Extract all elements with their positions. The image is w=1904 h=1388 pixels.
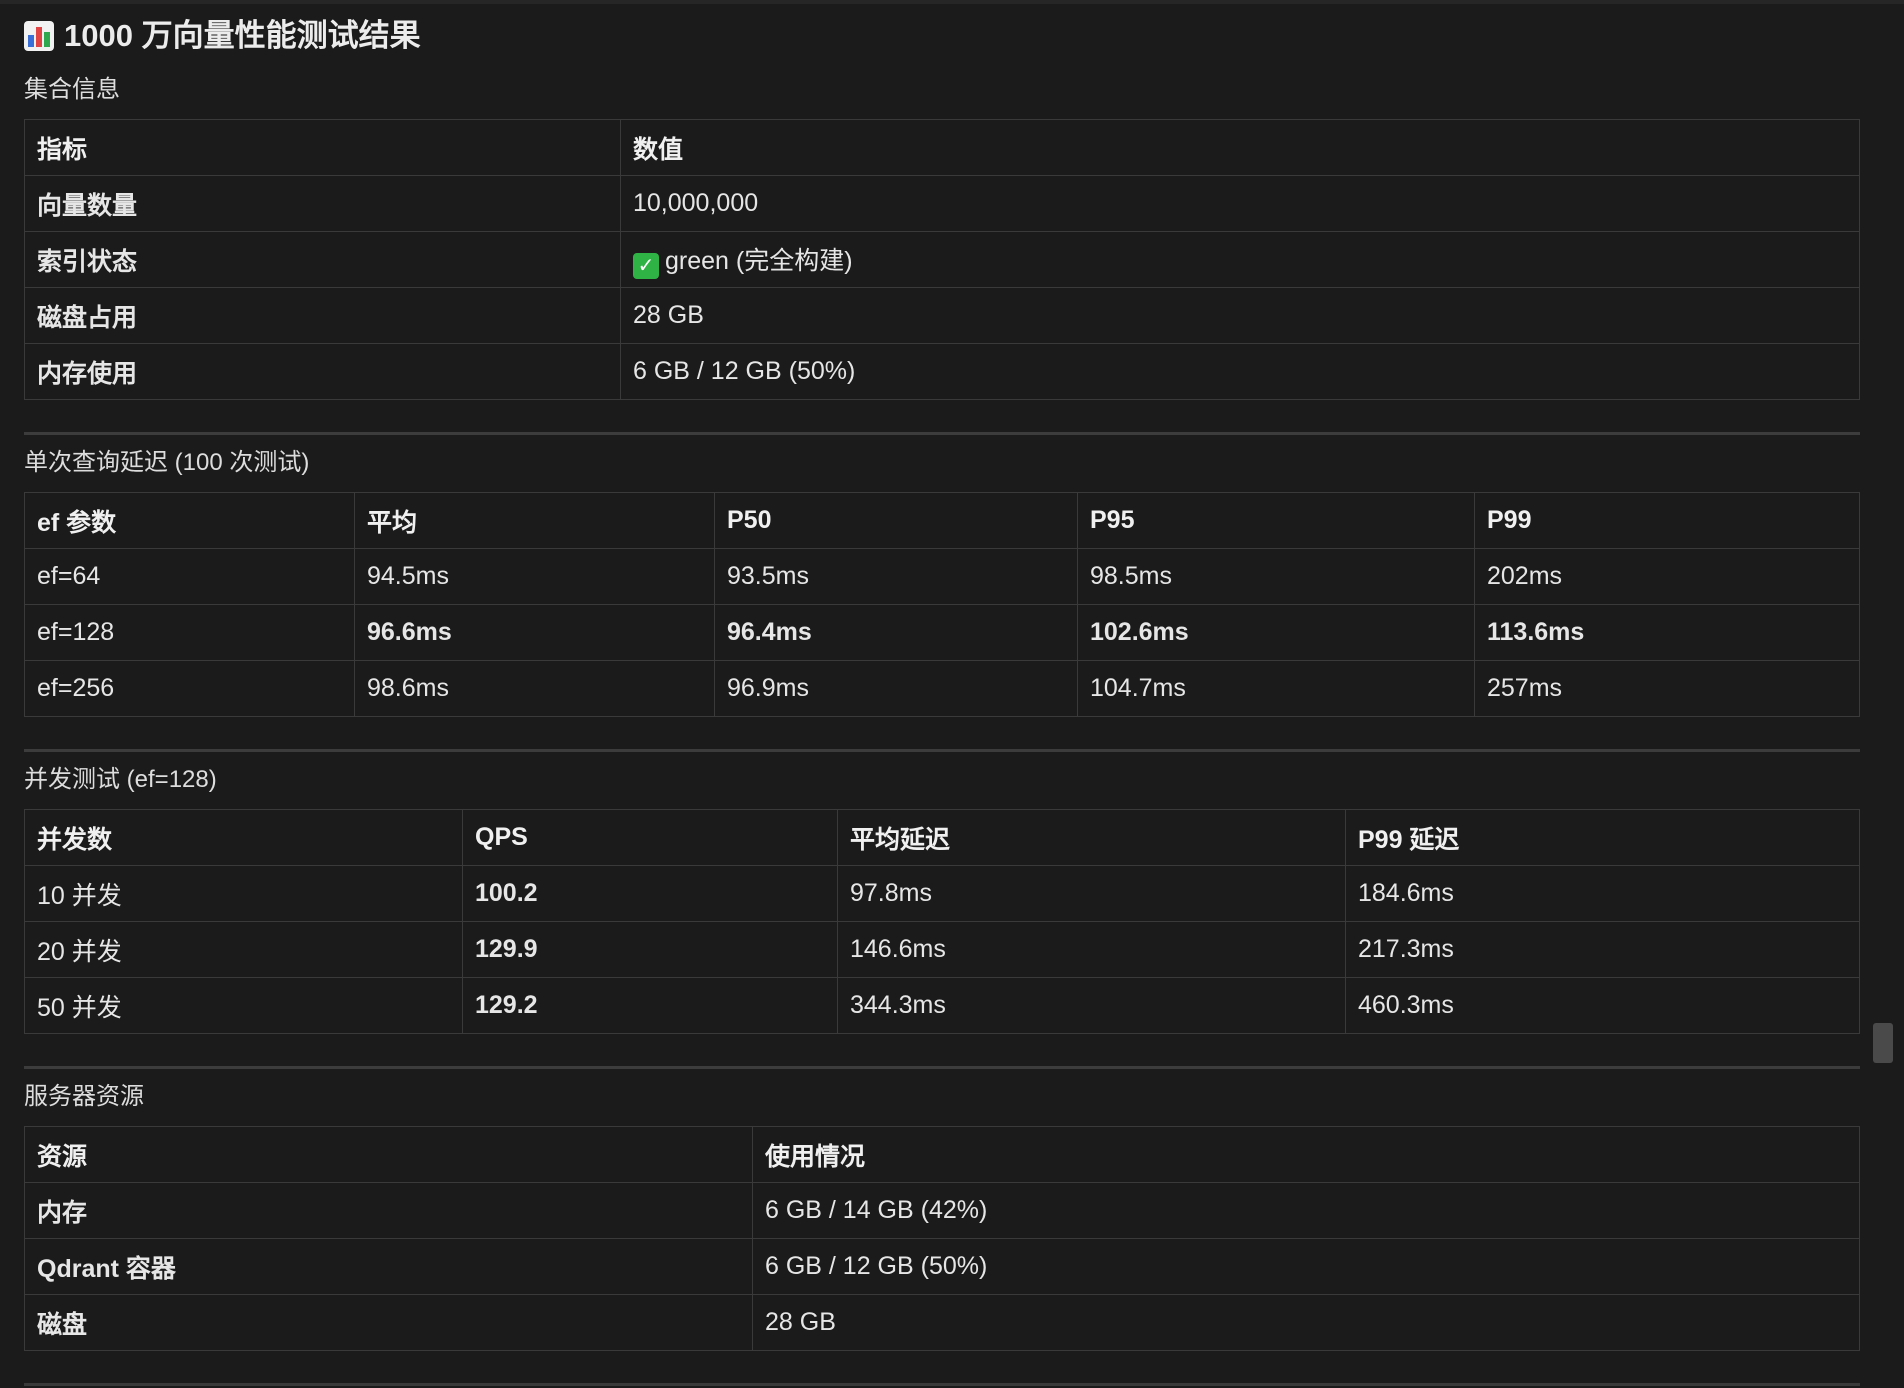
header-cell: P50 <box>714 492 1078 549</box>
row-value: 10,000,000 <box>620 175 1860 232</box>
page-title-text: 1000 万向量性能测试结果 <box>64 18 421 53</box>
table-row: 内存 6 GB / 14 GB (42%) <box>24 1182 1860 1239</box>
section-divider <box>24 749 1860 752</box>
table-row: 磁盘占用 28 GB <box>24 287 1860 344</box>
page-title: 1000 万向量性能测试结果 <box>24 14 1860 58</box>
table-header-row: ef 参数 平均 P50 P95 P99 <box>24 492 1860 549</box>
table-cell: 50 并发 <box>24 977 463 1034</box>
table-header-row: 并发数 QPS 平均延迟 P99 延迟 <box>24 809 1860 866</box>
table-cell: 20 并发 <box>24 921 463 978</box>
table-cell: ef=256 <box>24 660 355 717</box>
status-text: green (完全构建) <box>665 246 853 275</box>
document-content: 1000 万向量性能测试结果 集合信息 指标 数值 向量数量 10,000,00… <box>24 14 1860 1351</box>
top-edge <box>0 0 1904 4</box>
collection-table: 指标 数值 向量数量 10,000,000 索引状态 ✓ green (完全构建)… <box>24 119 1860 400</box>
table-row: 向量数量 10,000,000 <box>24 175 1860 232</box>
row-label: 索引状态 <box>24 231 621 288</box>
header-cell: 平均延迟 <box>837 809 1346 866</box>
row-value: 28 GB <box>752 1294 1860 1351</box>
header-cell: P99 <box>1474 492 1860 549</box>
row-value: 6 GB / 12 GB (50%) <box>752 1238 1860 1295</box>
table-row: 磁盘 28 GB <box>24 1294 1860 1351</box>
header-cell: P95 <box>1077 492 1475 549</box>
header-cell: 指标 <box>24 119 621 176</box>
table-cell: 98.5ms <box>1077 548 1475 605</box>
row-label: 内存使用 <box>24 343 621 400</box>
table-row: 内存使用 6 GB / 12 GB (50%) <box>24 343 1860 400</box>
table-row: 10 并发 100.2 97.8ms 184.6ms <box>24 865 1860 922</box>
table-header-row: 资源 使用情况 <box>24 1126 1860 1183</box>
table-cell: 102.6ms <box>1077 604 1475 661</box>
resources-table: 资源 使用情况 内存 6 GB / 14 GB (42%) Qdrant 容器 … <box>24 1126 1860 1351</box>
table-cell: 97.8ms <box>837 865 1346 922</box>
row-label: Qdrant 容器 <box>24 1238 753 1295</box>
table-row: ef=256 98.6ms 96.9ms 104.7ms 257ms <box>24 660 1860 717</box>
section-label-collection: 集合信息 <box>24 76 120 103</box>
table-cell: 96.9ms <box>714 660 1078 717</box>
row-value: 6 GB / 14 GB (42%) <box>752 1182 1860 1239</box>
table-cell: 113.6ms <box>1474 604 1860 661</box>
table-cell: 96.4ms <box>714 604 1078 661</box>
table-cell: 146.6ms <box>837 921 1346 978</box>
header-cell: P99 延迟 <box>1345 809 1860 866</box>
table-cell: 96.6ms <box>354 604 715 661</box>
bar-chart-icon <box>24 21 54 51</box>
table-cell: 104.7ms <box>1077 660 1475 717</box>
section-divider <box>24 1066 1860 1069</box>
row-label: 内存 <box>24 1182 753 1239</box>
table-cell: 129.2 <box>462 977 838 1034</box>
table-cell: 460.3ms <box>1345 977 1860 1034</box>
header-cell: QPS <box>462 809 838 866</box>
row-label: 磁盘 <box>24 1294 753 1351</box>
table-cell: 10 并发 <box>24 865 463 922</box>
header-cell: 使用情况 <box>752 1126 1860 1183</box>
header-cell: 平均 <box>354 492 715 549</box>
table-row-highlighted: ef=128 96.6ms 96.4ms 102.6ms 113.6ms <box>24 604 1860 661</box>
table-row: 20 并发 129.9 146.6ms 217.3ms <box>24 921 1860 978</box>
table-cell: 94.5ms <box>354 548 715 605</box>
section-divider <box>24 432 1860 435</box>
table-cell: 100.2 <box>462 865 838 922</box>
row-label: 向量数量 <box>24 175 621 232</box>
header-cell: 数值 <box>620 119 1860 176</box>
table-cell: 93.5ms <box>714 548 1078 605</box>
section-label-concurrency: 并发测试 (ef=128) <box>24 766 217 793</box>
table-cell: ef=128 <box>24 604 355 661</box>
bottom-edge <box>24 1383 1860 1386</box>
table-cell: 98.6ms <box>354 660 715 717</box>
table-cell: 129.9 <box>462 921 838 978</box>
table-cell: 344.3ms <box>837 977 1346 1034</box>
table-row: ef=64 94.5ms 93.5ms 98.5ms 202ms <box>24 548 1860 605</box>
table-header-row: 指标 数值 <box>24 119 1860 176</box>
table-row: Qdrant 容器 6 GB / 12 GB (50%) <box>24 1238 1860 1295</box>
table-row: 索引状态 ✓ green (完全构建) <box>24 231 1860 288</box>
concurrency-table: 并发数 QPS 平均延迟 P99 延迟 10 并发 100.2 97.8ms 1… <box>24 809 1860 1034</box>
latency-table: ef 参数 平均 P50 P95 P99 ef=64 94.5ms 93.5ms… <box>24 492 1860 717</box>
row-value-status: ✓ green (完全构建) <box>620 231 1860 288</box>
header-cell: 资源 <box>24 1126 753 1183</box>
table-cell: 202ms <box>1474 548 1860 605</box>
table-cell: 217.3ms <box>1345 921 1860 978</box>
row-label: 磁盘占用 <box>24 287 621 344</box>
scrollbar-thumb[interactable] <box>1873 1023 1893 1063</box>
table-cell: 184.6ms <box>1345 865 1860 922</box>
check-mark-icon: ✓ <box>633 252 659 279</box>
section-label-resources: 服务器资源 <box>24 1083 144 1110</box>
section-label-latency: 单次查询延迟 (100 次测试) <box>24 449 310 476</box>
header-cell: 并发数 <box>24 809 463 866</box>
row-value: 28 GB <box>620 287 1860 344</box>
table-cell: ef=64 <box>24 548 355 605</box>
table-cell: 257ms <box>1474 660 1860 717</box>
table-row: 50 并发 129.2 344.3ms 460.3ms <box>24 977 1860 1034</box>
header-cell: ef 参数 <box>24 492 355 549</box>
row-value: 6 GB / 12 GB (50%) <box>620 343 1860 400</box>
